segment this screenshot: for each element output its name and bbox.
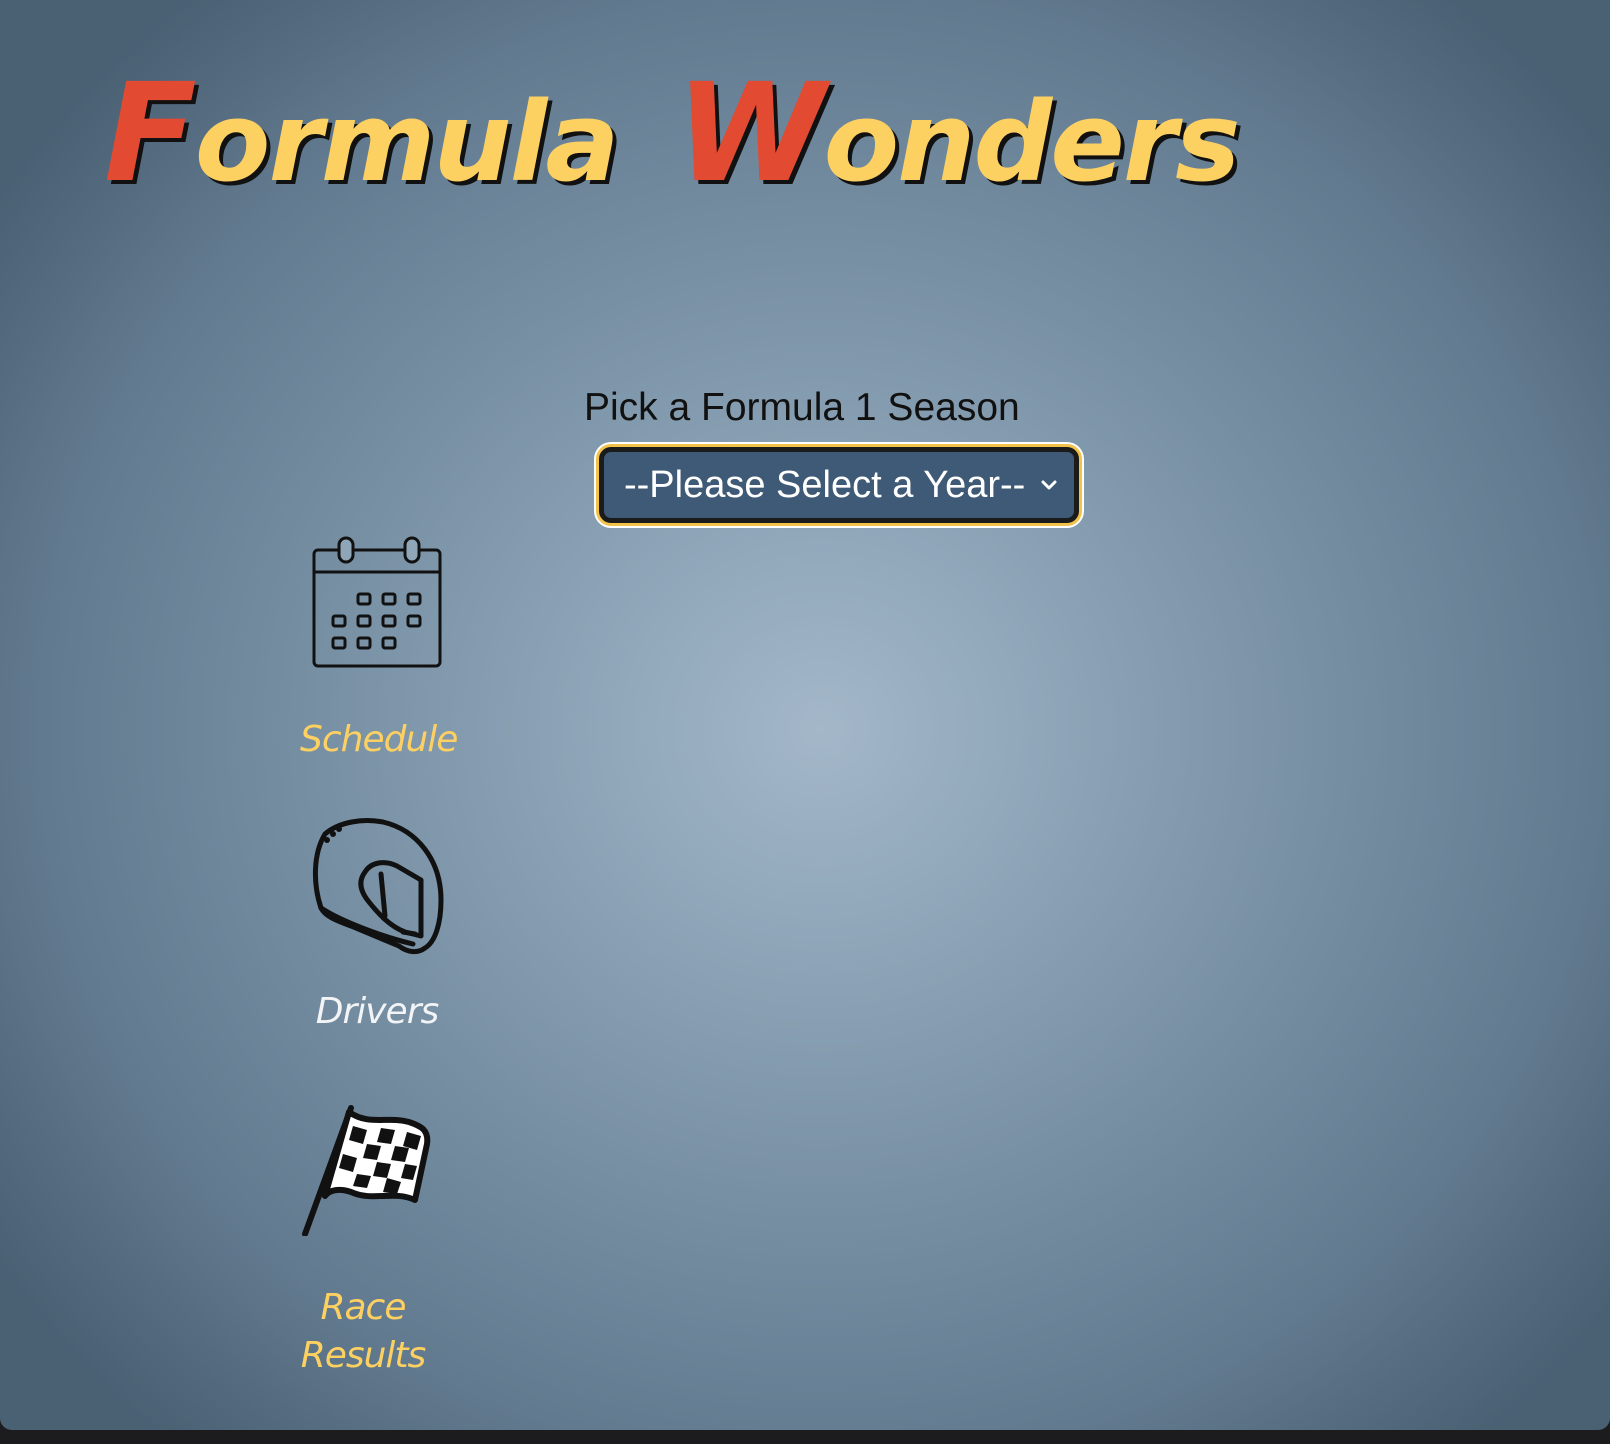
logo-word-onders: onders — [823, 78, 1241, 206]
window-bottom-edge — [0, 1430, 1610, 1444]
logo-letter-w: W — [675, 55, 826, 213]
season-picker-label: Pick a Formula 1 Season — [584, 386, 1020, 429]
year-select-value: --Please Select a Year-- — [624, 463, 1026, 506]
year-select[interactable]: --Please Select a Year-- — [599, 447, 1079, 523]
nav-schedule[interactable]: Schedule — [300, 536, 458, 764]
app-window: Formula Wonders Pick a Formula 1 Season -… — [0, 0, 1610, 1430]
checkered-flag-icon — [302, 1105, 431, 1236]
nav-race-results-label-line2: Results — [300, 1335, 427, 1376]
nav-race-results-label-line1: Race — [320, 1287, 406, 1328]
site-logo[interactable]: Formula Wonders — [104, 66, 1241, 202]
nav-race-results[interactable]: Race Results — [286, 1104, 440, 1380]
calendar-icon — [312, 536, 442, 668]
nav-drivers-label: Drivers — [315, 991, 440, 1032]
logo-letter-f: F — [104, 55, 197, 213]
nav-schedule-label: Schedule — [300, 719, 458, 760]
logo-word-ormula: ormula — [194, 78, 620, 206]
chevron-down-icon — [1041, 480, 1057, 490]
nav-drivers[interactable]: Drivers — [300, 816, 454, 1036]
helmet-icon — [312, 818, 444, 955]
